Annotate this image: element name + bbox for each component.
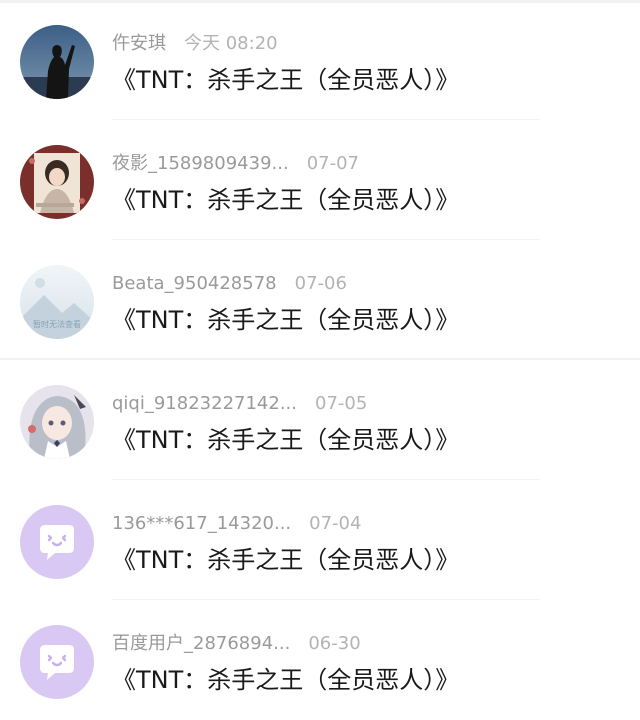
photo-silhouette-icon	[20, 25, 94, 99]
sender-name[interactable]: 136***617_14320...	[112, 512, 291, 536]
message-time: 07-04	[309, 513, 362, 534]
message-meta: 仵安琪 今天 08:20	[112, 32, 278, 56]
message-meta: Beata_950428578 07-06	[112, 272, 347, 296]
message-text[interactable]: 《TNT：杀手之王（全员恶人）》	[112, 64, 459, 96]
photo-illustration-icon	[20, 145, 94, 219]
chat-bubble-icon	[20, 625, 94, 699]
message-text[interactable]: 《TNT：杀手之王（全员恶人）》	[112, 544, 459, 576]
message-meta: 百度用户_2876894... 06-30	[112, 632, 361, 656]
message-text[interactable]: 《TNT：杀手之王（全员恶人）》	[112, 304, 459, 336]
message-time: 07-06	[294, 273, 347, 294]
message-time: 07-07	[306, 153, 359, 174]
message-meta: qiqi_91823227142... 07-05	[112, 392, 367, 416]
message-time: 今天 08:20	[184, 33, 278, 54]
placeholder-image-icon: 暂时无法查看	[20, 265, 94, 339]
message-item[interactable]: 暂时无法查看 Beata_950428578 07-06 《TNT：杀手之王（全员…	[0, 240, 640, 360]
message-meta: 夜影_1589809439... 07-07	[112, 152, 359, 176]
message-text[interactable]: 《TNT：杀手之王（全员恶人）》	[112, 424, 459, 456]
chat-bubble-icon	[20, 505, 94, 579]
message-item[interactable]: 136***617_14320... 07-04 《TNT：杀手之王（全员恶人）》	[0, 480, 640, 600]
message-item[interactable]: qiqi_91823227142... 07-05 《TNT：杀手之王（全员恶人）…	[0, 360, 640, 480]
photo-anime-icon	[20, 385, 94, 459]
avatar-caption: 暂时无法查看	[33, 319, 81, 329]
message-item[interactable]: 百度用户_2876894... 06-30 《TNT：杀手之王（全员恶人）》	[0, 600, 640, 720]
message-item[interactable]: 夜影_1589809439... 07-07 《TNT：杀手之王（全员恶人）》	[0, 120, 640, 240]
avatar[interactable]	[20, 25, 94, 99]
sender-name[interactable]: 夜影_1589809439...	[112, 152, 289, 176]
avatar[interactable]: 暂时无法查看	[20, 265, 94, 339]
sender-name[interactable]: 仵安琪	[112, 32, 166, 56]
avatar[interactable]	[20, 505, 94, 579]
message-item[interactable]: 仵安琪 今天 08:20 《TNT：杀手之王（全员恶人）》	[0, 0, 640, 120]
sender-name[interactable]: Beata_950428578	[112, 272, 277, 296]
message-meta: 136***617_14320... 07-04	[112, 512, 361, 536]
message-time: 07-05	[315, 393, 368, 414]
avatar[interactable]	[20, 625, 94, 699]
message-text[interactable]: 《TNT：杀手之王（全员恶人）》	[112, 664, 459, 696]
message-time: 06-30	[308, 633, 361, 654]
avatar[interactable]	[20, 385, 94, 459]
sender-name[interactable]: qiqi_91823227142...	[112, 392, 297, 416]
sender-name[interactable]: 百度用户_2876894...	[112, 632, 290, 656]
message-text[interactable]: 《TNT：杀手之王（全员恶人）》	[112, 184, 459, 216]
avatar[interactable]	[20, 145, 94, 219]
